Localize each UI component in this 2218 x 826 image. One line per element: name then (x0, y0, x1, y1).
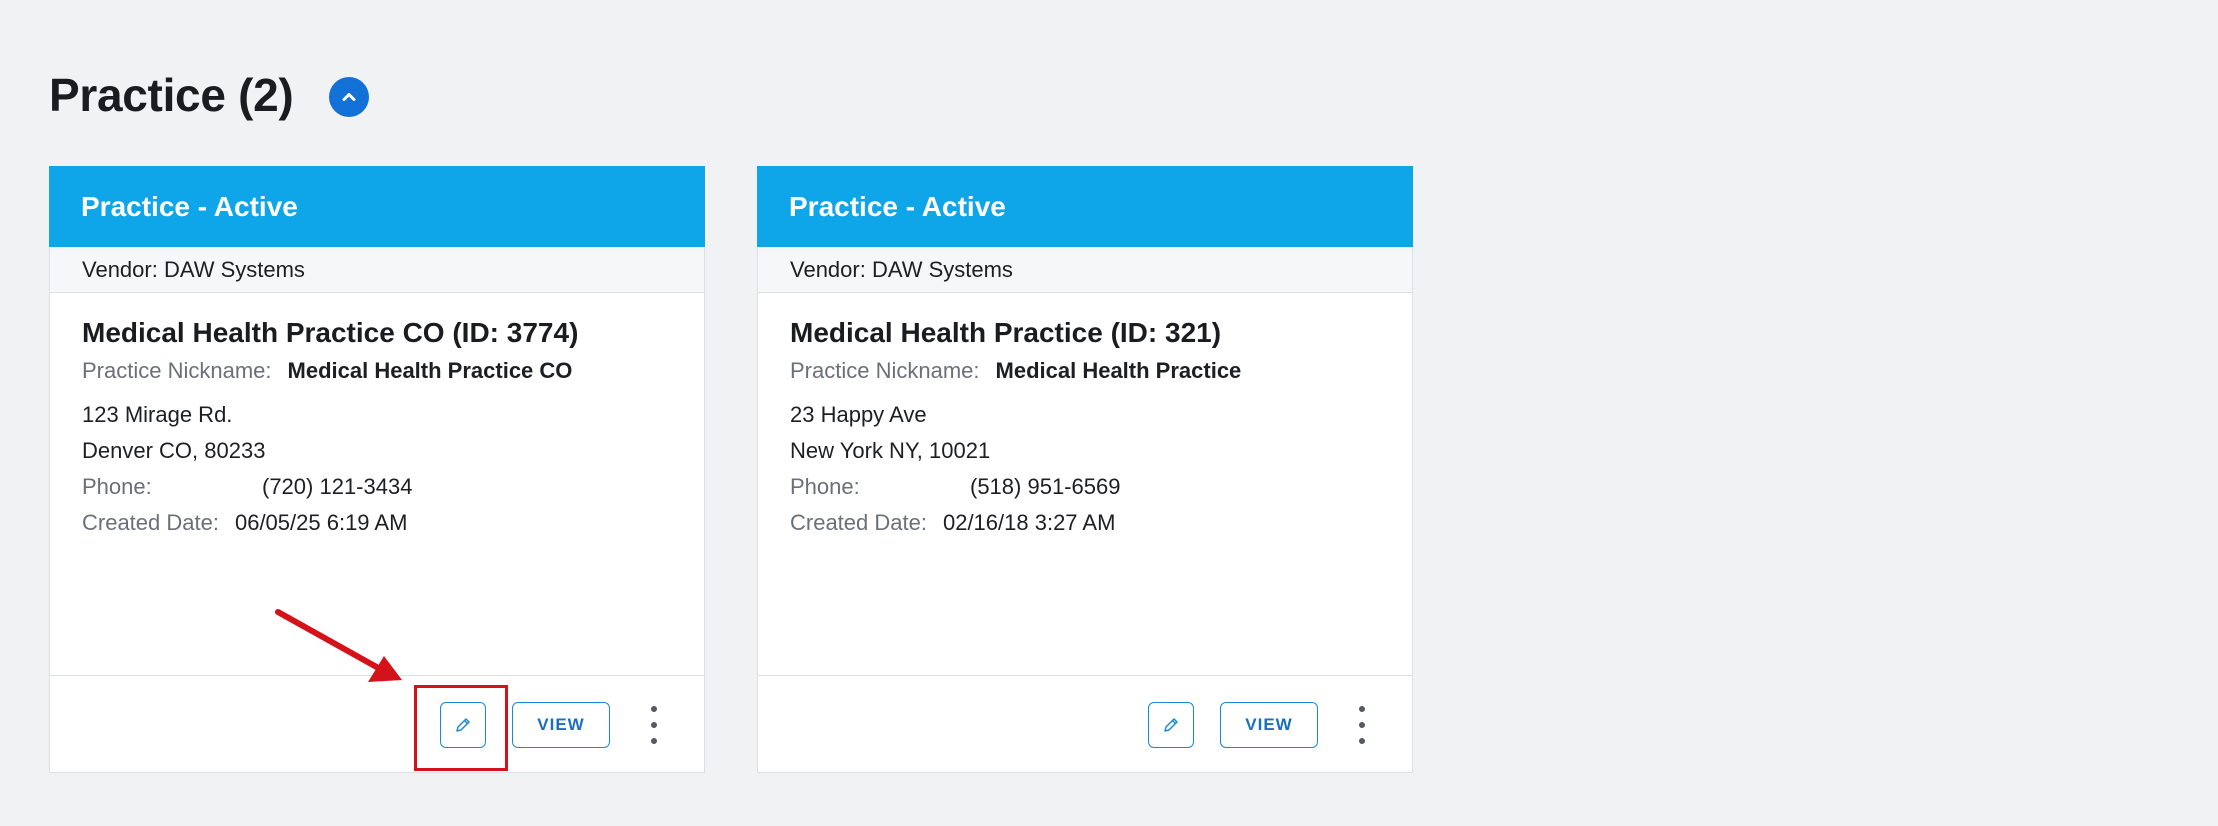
card-footer: VIEW (758, 675, 1412, 772)
phone-row: Phone: (720) 121-3434 (82, 469, 672, 505)
phone-row: Phone: (518) 951-6569 (790, 469, 1380, 505)
pencil-icon (1164, 718, 1178, 732)
address-line-1: 23 Happy Ave (790, 402, 927, 427)
address: 123 Mirage Rd. Denver CO, 80233 (82, 397, 672, 469)
nickname-value: Medical Health Practice CO (287, 358, 573, 383)
nickname-row: Practice Nickname: Medical Health Practic… (82, 353, 672, 389)
edit-button[interactable] (1148, 702, 1194, 748)
phone-value: (720) 121-3434 (262, 474, 413, 499)
created-row: Created Date: 02/16/18 3:27 AM (790, 505, 1380, 541)
card-body: Medical Health Practice CO (ID: 3774) Pr… (50, 293, 704, 541)
more-vertical-icon[interactable] (1352, 706, 1372, 744)
created-value: 02/16/18 3:27 AM (942, 510, 1116, 535)
practice-name: Medical Health Practice (ID: 321) (790, 317, 1222, 348)
nickname-label: Practice Nickname: (790, 358, 980, 383)
view-button[interactable]: VIEW (512, 702, 610, 748)
annotation-highlight (414, 685, 508, 771)
practice-name: Medical Health Practice CO (ID: 3774) (82, 317, 579, 348)
more-vertical-icon[interactable] (644, 706, 664, 744)
created-label: Created Date: (82, 510, 219, 535)
card-status-header: Practice - Active (49, 166, 705, 247)
address-line-2: New York NY, 10021 (790, 438, 991, 463)
nickname-row: Practice Nickname: Medical Health Practic… (790, 353, 1380, 389)
address-line-2: Denver CO, 80233 (82, 438, 266, 463)
vendor-label: Vendor: DAW Systems (50, 247, 704, 293)
annotation-arrow-icon (275, 609, 402, 682)
phone-value: (518) 951-6569 (970, 474, 1121, 499)
section-header: Practice (2) (49, 68, 370, 122)
collapse-button[interactable] (329, 77, 370, 117)
created-value: 06/05/25 6:19 AM (234, 510, 408, 535)
view-button[interactable]: VIEW (1220, 702, 1318, 748)
created-label: Created Date: (790, 510, 927, 535)
nickname-value: Medical Health Practice (995, 358, 1242, 383)
practice-card: Practice - Active Vendor: DAW Systems Me… (757, 166, 1413, 773)
vendor-label: Vendor: DAW Systems (758, 247, 1412, 293)
chevron-up-icon (342, 93, 356, 101)
created-row: Created Date: 06/05/25 6:19 AM (82, 505, 672, 541)
card-status-header: Practice - Active (757, 166, 1413, 247)
card-body: Medical Health Practice (ID: 321) Practi… (758, 293, 1412, 541)
nickname-label: Practice Nickname: (82, 358, 272, 383)
address-line-1: 123 Mirage Rd. (82, 402, 233, 427)
phone-label: Phone: (790, 474, 860, 499)
phone-label: Phone: (82, 474, 152, 499)
address: 23 Happy Ave New York NY, 10021 (790, 397, 1380, 469)
section-title: Practice (2) (49, 69, 294, 121)
